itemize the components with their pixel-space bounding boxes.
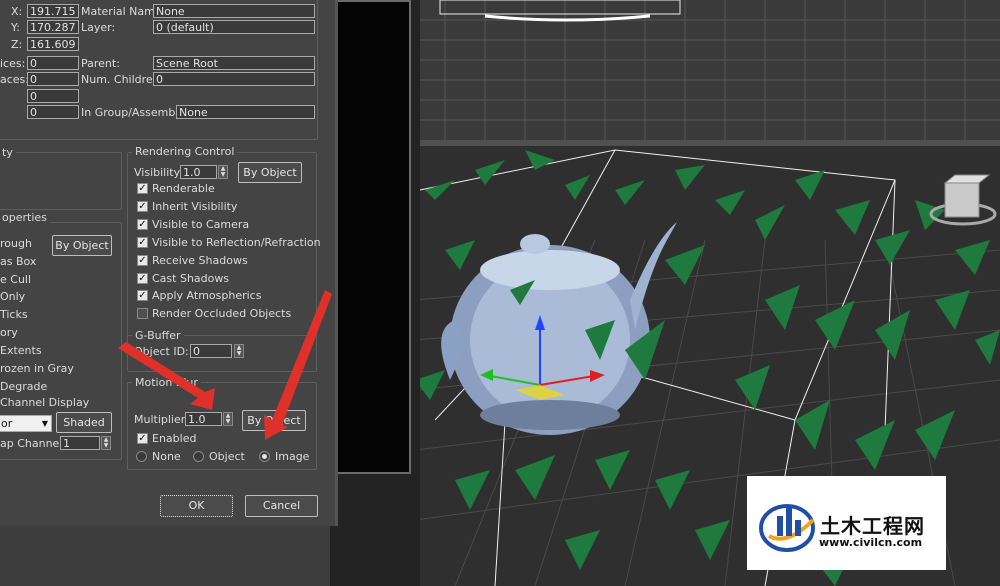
watermark-logo: 土木工程网 www.civilcn.com: [747, 476, 946, 570]
red-arrow-icon: [118, 290, 332, 440]
watermark-url-text: www.civilcn.com: [819, 536, 923, 549]
watermark-brand-text: 土木工程网: [820, 514, 925, 538]
